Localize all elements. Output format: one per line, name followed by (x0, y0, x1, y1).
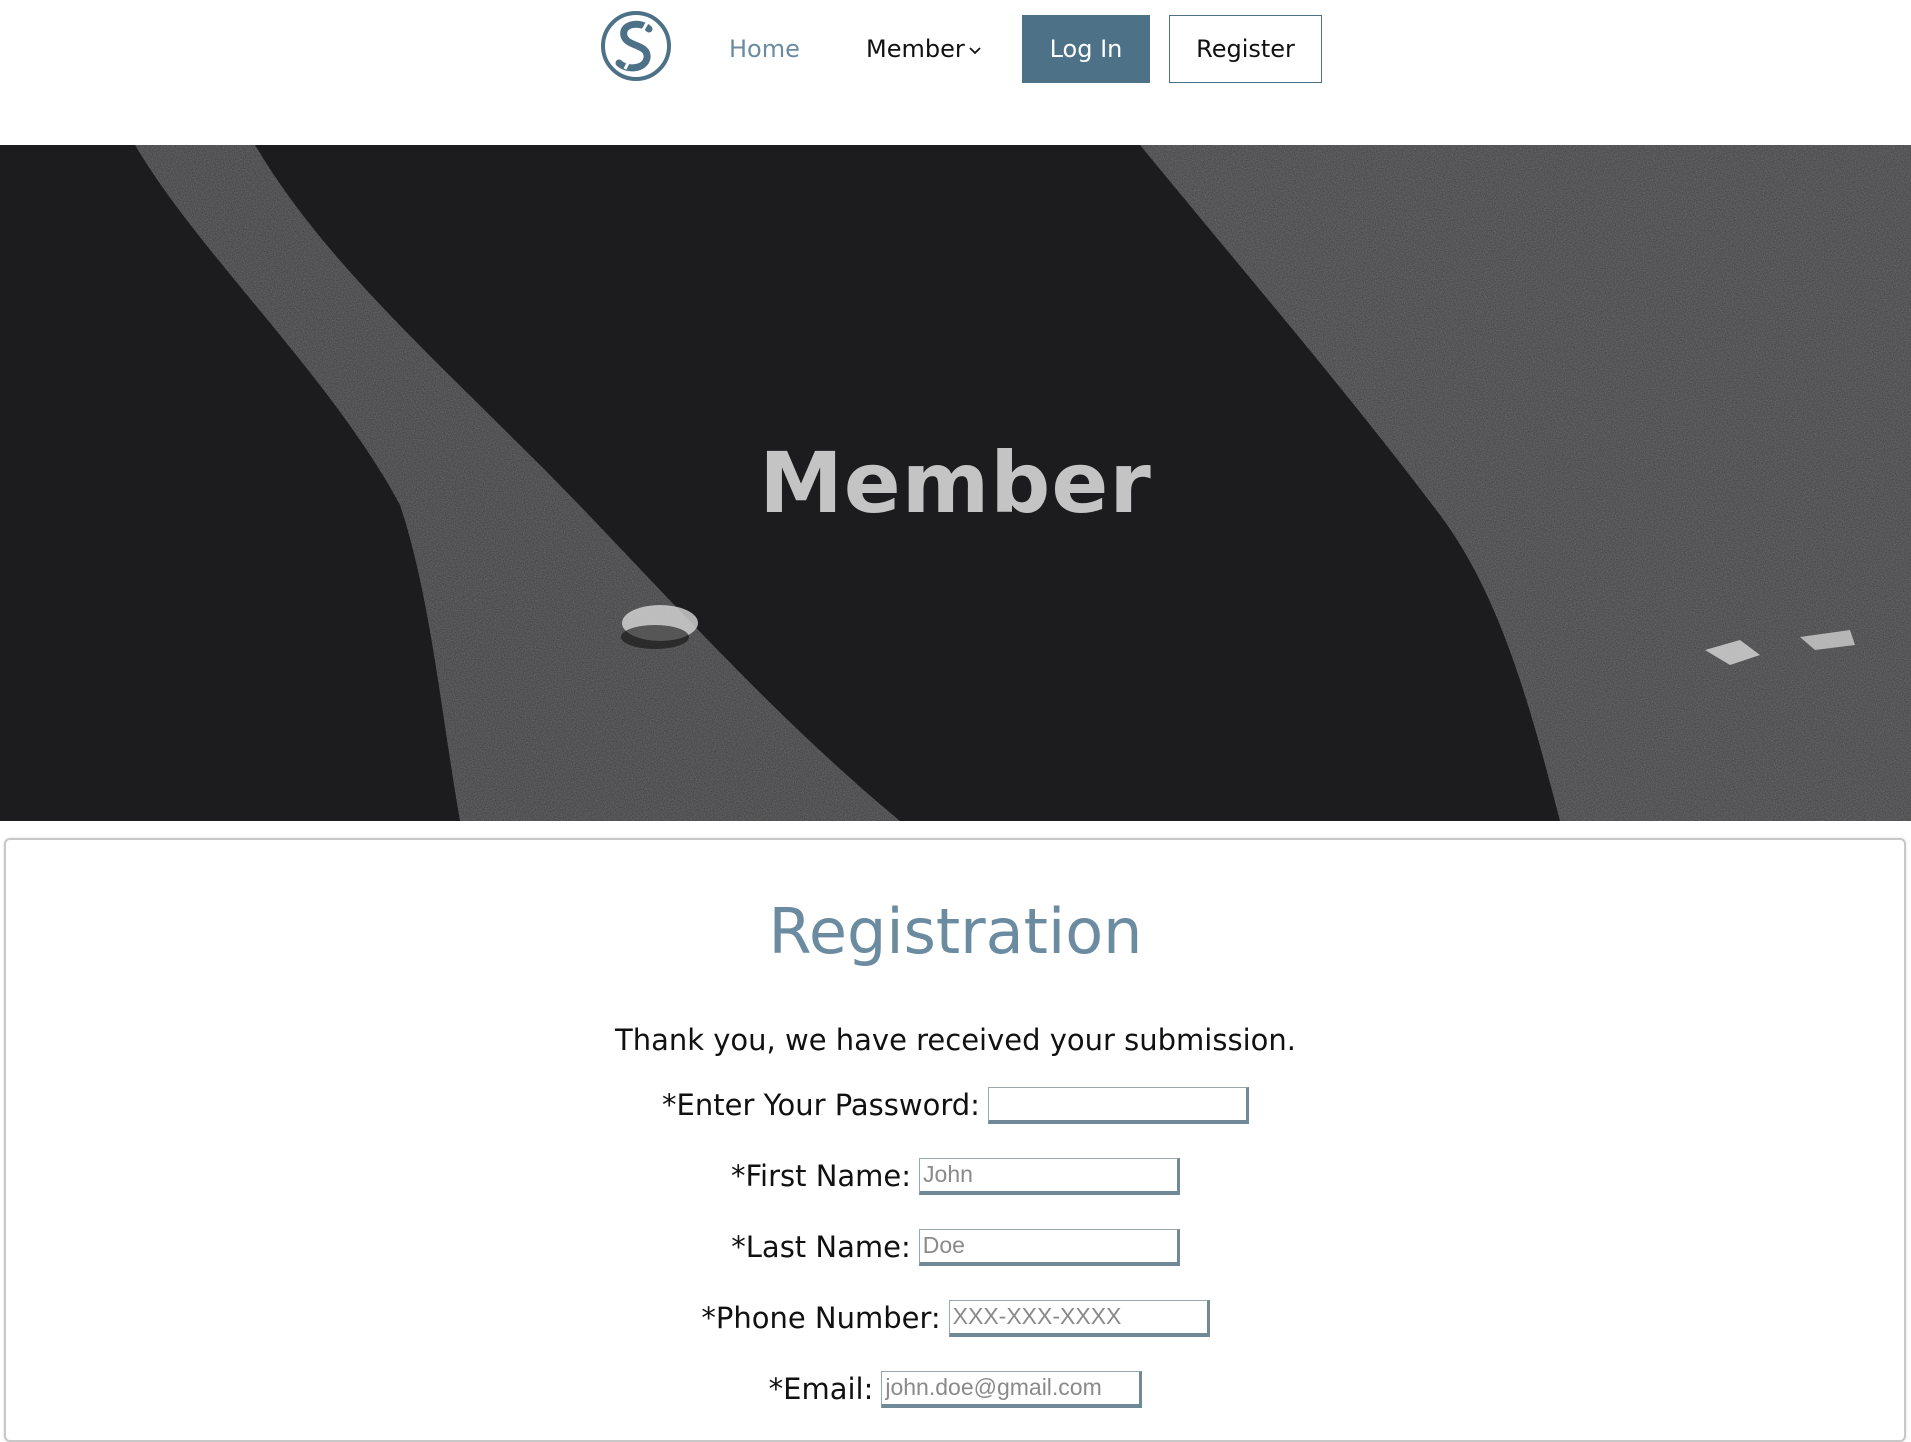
first-name-row: *First Name: (0, 1156, 1911, 1196)
email-row: *Email: (0, 1369, 1911, 1409)
hero-banner: Member (0, 145, 1911, 821)
nav-home-link[interactable]: Home (729, 33, 800, 65)
nav-member-label: Member (866, 35, 965, 63)
logo-icon (601, 11, 671, 81)
password-row: *Enter Your Password: (0, 1085, 1911, 1125)
email-input[interactable] (881, 1370, 1143, 1408)
chevron-down-icon (969, 46, 981, 54)
last-name-input[interactable] (918, 1228, 1180, 1266)
last-name-row: *Last Name: (0, 1227, 1911, 1267)
password-input[interactable] (987, 1086, 1249, 1124)
email-label: *Email: (768, 1372, 874, 1406)
submission-message: Thank you, we have received your submiss… (615, 1023, 1296, 1057)
hero-title: Member (759, 434, 1152, 532)
first-name-label: *First Name: (730, 1159, 912, 1193)
register-button[interactable]: Register (1169, 15, 1322, 83)
registration-heading: Registration (768, 895, 1143, 968)
nav-member-dropdown[interactable]: Member (866, 33, 982, 65)
phone-label: *Phone Number: (701, 1301, 941, 1335)
login-button[interactable]: Log In (1022, 15, 1150, 83)
phone-input[interactable] (948, 1299, 1210, 1337)
top-nav: Home Member Log In Register (0, 0, 1911, 145)
phone-row: *Phone Number: (0, 1298, 1911, 1338)
password-label: *Enter Your Password: (662, 1088, 980, 1122)
site-logo[interactable] (599, 9, 673, 83)
first-name-input[interactable] (919, 1157, 1181, 1195)
last-name-label: *Last Name: (731, 1230, 911, 1264)
